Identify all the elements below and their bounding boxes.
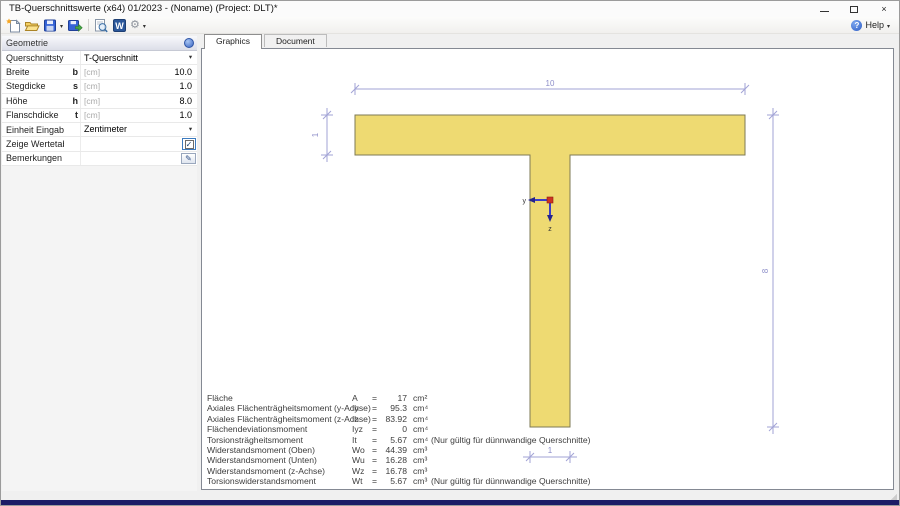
window-controls: × [809, 1, 899, 17]
window-bottom-border [1, 500, 899, 505]
close-icon: × [881, 4, 887, 14]
flanschdicke-input[interactable]: 1.0 [179, 110, 192, 120]
gear-icon: ⚙ [130, 18, 140, 31]
minimize-icon [819, 10, 829, 12]
graphics-canvas[interactable]: 10 1 8 1 y z Fläche A = 17 cm² Axiales F… [201, 48, 894, 490]
prop-symbol: t [75, 110, 78, 121]
unit-hint: [cm] [84, 81, 101, 92]
result-row: Fläche A = 17 cm² [207, 393, 428, 403]
result-row: Axiales Flächenträgheitsmoment (z-Achse)… [207, 413, 429, 424]
prop-label: Zeige Wertetabelle [6, 139, 64, 150]
row-einheit-eingabe: Einheit Eingabe Zentimeter ▾ [2, 122, 197, 138]
unit-hint: [cm] [84, 66, 101, 77]
row-flanschdicke: Flanschdicke t [cm] 1.0 [2, 108, 197, 123]
tabbar: Graphics Document [204, 34, 329, 49]
prop-label: Bemerkungen [6, 153, 63, 164]
open-folder-icon [24, 21, 40, 31]
open-button[interactable] [23, 17, 41, 33]
bemerkungen-edit-button[interactable]: ✎ [181, 152, 196, 165]
prop-symbol: s [72, 81, 78, 92]
minimize-button[interactable] [809, 1, 839, 17]
prop-label: Höhe [6, 95, 28, 106]
panel-info-icon[interactable] [184, 38, 194, 48]
help-icon: ? [851, 19, 863, 31]
geometrie-panel: Geometrie Querschnittstyp T-Querschnitt … [2, 36, 197, 491]
app-window: TB-Querschnittswerte (x64) 01/2023 - (No… [0, 0, 900, 506]
results-table: Fläche A = 17 cm² Axiales Flächenträghei… [204, 393, 893, 487]
new-document-icon [6, 18, 21, 32]
prop-label: Flanschdicke [6, 110, 59, 121]
querschnittstyp-select[interactable]: T-Querschnitt [84, 53, 138, 63]
result-row: Widerstandsmoment (Unten) Wu = 16.28 cm³ [207, 455, 428, 466]
breite-input[interactable]: 10.0 [174, 67, 192, 77]
t-section-shape [354, 114, 746, 428]
tab-graphics[interactable]: Graphics [204, 34, 263, 49]
row-stegdicke: Stegdicke s [cm] 1.0 [2, 79, 197, 95]
centroid-marker [546, 196, 554, 204]
save-button[interactable] [42, 17, 58, 33]
dim-label-width: 10 [546, 79, 555, 88]
print-preview-icon [95, 18, 108, 32]
save-icon [44, 19, 56, 31]
window-title: TB-Querschnittswerte (x64) 01/2023 - (No… [9, 3, 278, 14]
wertetabelle-checkbox-cell: ✓ [182, 137, 196, 151]
property-table: Querschnittstyp T-Querschnitt ▾ Breite b… [2, 51, 197, 167]
unit-hint: [cm] [84, 110, 101, 121]
result-row: Torsionsträgheitsmoment It = 5.67 cm⁴ (N… [207, 434, 591, 445]
tab-document[interactable]: Document [264, 34, 327, 47]
maximize-icon [850, 5, 858, 13]
hoehe-input[interactable]: 8.0 [179, 96, 192, 106]
geometrie-panel-header: Geometrie [2, 36, 197, 51]
prop-symbol: b [72, 67, 79, 78]
row-hoehe: Höhe h [cm] 8.0 [2, 94, 197, 109]
panel-title: Geometrie [6, 38, 49, 48]
prop-label: Breite [6, 67, 30, 78]
dim-label-height: 8 [761, 268, 770, 273]
result-row: Axiales Flächenträgheitsmoment (y-Achse)… [207, 403, 429, 414]
export-save-icon [68, 19, 83, 32]
result-row: Widerstandsmoment (z-Achse) Wz = 16.78 c… [207, 465, 428, 476]
chevron-down-icon: ▾ [142, 22, 146, 30]
row-bemerkungen: Bemerkungen ✎ [2, 151, 197, 167]
toolbar: ▾ W ⚙ ▾ ? Help ▾ [1, 17, 899, 34]
settings-dropdown-button[interactable]: ▾ [142, 17, 148, 33]
chevron-down-icon: ▾ [60, 22, 64, 30]
word-export-button[interactable]: W [111, 17, 128, 33]
chevron-down-icon[interactable]: ▾ [185, 124, 196, 135]
chevron-down-icon: ▾ [886, 22, 890, 30]
settings-button[interactable]: ⚙ [129, 17, 141, 33]
prop-symbol: h [72, 95, 79, 106]
print-preview-button[interactable] [92, 17, 110, 33]
result-row: Torsionswiderstandsmoment Wt = 5.67 cm³ … [207, 476, 591, 487]
unit-hint: [cm] [84, 95, 101, 106]
save-dropdown-button[interactable]: ▾ [59, 17, 65, 33]
row-querschnittstyp: Querschnittstyp T-Querschnitt ▾ [2, 51, 197, 66]
help-button[interactable]: ? Help ▾ [851, 19, 895, 31]
help-label: Help [865, 20, 884, 30]
result-row: Widerstandsmoment (Oben) Wo = 44.39 cm³ [207, 444, 428, 455]
wertetabelle-checkbox[interactable]: ✓ [184, 139, 194, 149]
close-button[interactable]: × [869, 1, 899, 17]
prop-label: Einheit Eingabe [6, 124, 64, 135]
row-breite: Breite b [cm] 10.0 [2, 65, 197, 80]
prop-label: Querschnittstyp [6, 52, 64, 63]
toolbar-separator [88, 19, 90, 31]
row-zeige-wertetabelle: Zeige Wertetabelle ✓ [2, 137, 197, 152]
word-export-icon: W [113, 18, 127, 32]
prop-label: Stegdicke [6, 81, 46, 92]
pencil-icon: ✎ [185, 153, 192, 163]
titlebar: TB-Querschnittswerte (x64) 01/2023 - (No… [1, 1, 899, 17]
dim-label-flange: 1 [311, 132, 320, 137]
export-save-button[interactable] [66, 17, 84, 33]
einheit-select[interactable]: Zentimeter [84, 124, 127, 134]
maximize-button[interactable] [839, 1, 869, 17]
new-document-button[interactable] [5, 17, 22, 33]
axis-label-z: z [548, 226, 552, 233]
svg-text:W: W [115, 21, 124, 31]
axis-label-y: y [523, 198, 527, 205]
stegdicke-input[interactable]: 1.0 [179, 81, 192, 91]
chevron-down-icon[interactable]: ▾ [185, 52, 196, 63]
result-row: Flächendeviationsmoment Iyz = 0 cm⁴ [207, 424, 429, 435]
